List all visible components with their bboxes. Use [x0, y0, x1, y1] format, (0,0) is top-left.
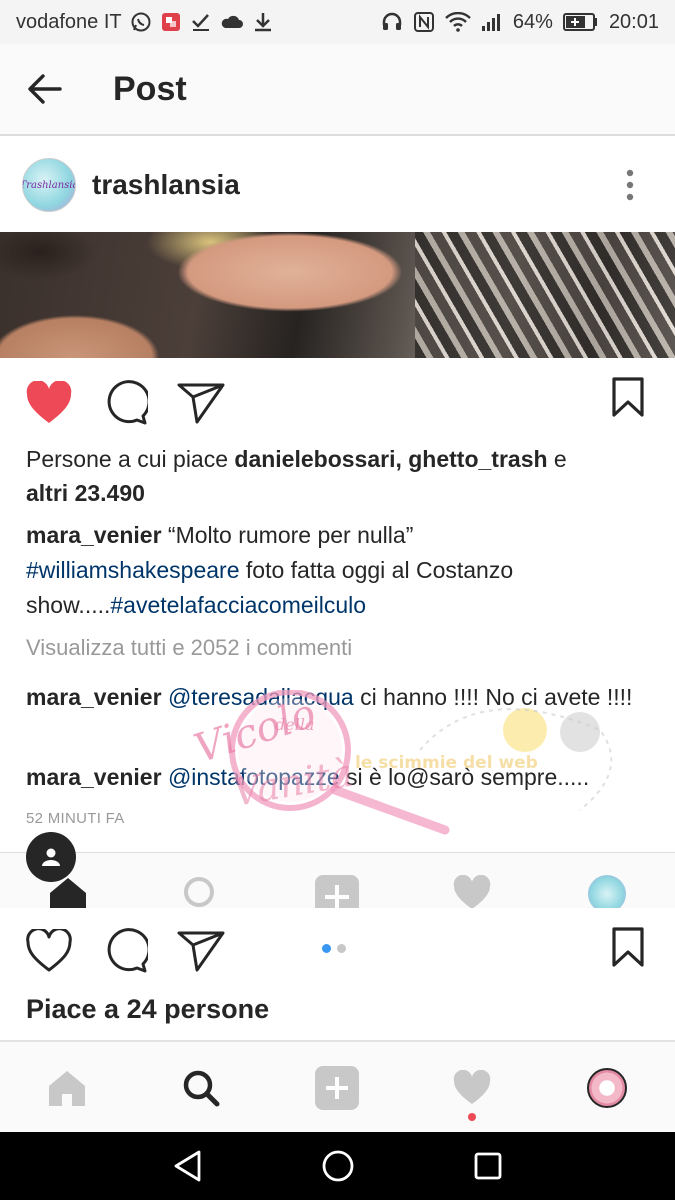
comment-author[interactable]: mara_venier	[26, 764, 162, 790]
headphones-icon	[381, 11, 403, 33]
comment-mention[interactable]: @teresadallacqua	[168, 684, 354, 710]
profile-avatar-icon	[587, 1068, 627, 1108]
send-icon	[177, 931, 225, 972]
home-icon	[49, 1071, 85, 1106]
bookmark-icon	[612, 377, 644, 417]
avatar[interactable]: Trashlansia	[22, 158, 76, 212]
send-icon	[177, 383, 225, 424]
likes-others[interactable]: altri 23.490	[26, 480, 145, 506]
system-nav-bar	[0, 1132, 675, 1200]
arrow-left-icon	[28, 74, 62, 104]
caption-text: “Molto rumore per nulla”	[161, 522, 414, 548]
signal-icon	[481, 12, 503, 32]
back-button[interactable]	[0, 43, 90, 135]
nav-profile[interactable]	[562, 1042, 652, 1134]
post-caption: mara_venier “Molto rumore per nulla” #wi…	[26, 518, 656, 623]
comment-button[interactable]	[100, 378, 150, 428]
nav-search[interactable]	[156, 1042, 246, 1134]
caption-hashtag[interactable]: #williamshakespeare	[26, 557, 240, 583]
cloud-icon	[220, 12, 244, 32]
carousel-dot	[337, 944, 346, 953]
more-options-button[interactable]	[585, 138, 675, 232]
likes-prefix: Persone a cui piace	[26, 446, 235, 472]
check-icon	[190, 11, 212, 33]
comment-item: mara_venier @teresadallacqua ci hanno !!…	[26, 680, 656, 715]
download-icon	[252, 11, 274, 33]
battery-icon	[562, 12, 599, 32]
circle-home-icon	[322, 1150, 354, 1182]
clock: 20:01	[608, 10, 659, 33]
comment-text: si è lo@sarò sempre.....	[339, 764, 590, 790]
post-username[interactable]: trashlansia	[92, 169, 240, 201]
heart-filled-icon	[26, 381, 72, 423]
share-button[interactable]	[176, 378, 226, 428]
next-post-likes[interactable]: Piace a 24 persone	[26, 994, 269, 1025]
whatsapp-icon	[130, 11, 152, 33]
carrier-label: vodafone IT	[16, 10, 122, 33]
add-icon	[315, 875, 359, 908]
battery-percent: 64%	[512, 10, 553, 33]
share-button[interactable]	[176, 926, 226, 976]
search-icon	[184, 877, 214, 907]
like-button[interactable]	[24, 378, 74, 428]
notification-dot	[468, 1113, 476, 1121]
heart-icon	[453, 875, 491, 908]
comment-text: ci hanno !!!! No ci avete !!!!	[353, 684, 633, 710]
post-photo[interactable]	[0, 232, 675, 358]
photo-pattern	[415, 232, 675, 358]
save-button[interactable]	[611, 376, 645, 423]
bookmark-icon	[612, 927, 644, 967]
comment-icon	[107, 380, 148, 425]
comment-button[interactable]	[100, 926, 150, 976]
system-home-button[interactable]	[318, 1146, 358, 1186]
caption-hashtag-2[interactable]: #avetelafacciacomeilculo	[110, 592, 366, 618]
app-header: Post	[0, 44, 675, 136]
avatar-text: Trashlansia	[22, 179, 76, 191]
comment-author[interactable]: mara_venier	[26, 684, 162, 710]
post-timestamp: 52 MINUTI FA	[26, 810, 125, 827]
likes-connector: e	[547, 446, 567, 472]
add-icon	[315, 1066, 359, 1110]
person-icon	[42, 848, 60, 866]
search-icon	[183, 1070, 220, 1107]
page-title: Post	[113, 69, 187, 108]
likes-users[interactable]: danielebossari, ghetto_trash	[234, 446, 547, 472]
more-vertical-icon	[626, 169, 634, 201]
square-recents-icon	[474, 1152, 502, 1180]
nav-add[interactable]	[292, 1042, 382, 1134]
likes-text: Persone a cui piace danielebossari, ghet…	[26, 442, 646, 510]
save-button[interactable]	[611, 926, 645, 973]
system-back-button[interactable]	[168, 1146, 208, 1186]
embedded-nav-bar	[0, 852, 675, 908]
nav-home[interactable]	[22, 1042, 112, 1134]
system-recents-button[interactable]	[468, 1146, 508, 1186]
next-post: Piace a 24 persone	[0, 908, 675, 1040]
post-actions	[0, 372, 675, 434]
status-bar: vodafone IT 64% 20:01	[0, 0, 675, 44]
carousel-indicator	[322, 944, 346, 953]
wifi-icon	[445, 12, 471, 32]
comment-icon	[107, 928, 148, 973]
view-all-comments-link[interactable]: Visualizza tutti e 2052 i commenti	[26, 635, 352, 661]
profile-avatar-icon	[588, 875, 626, 908]
watermark-face-2	[560, 712, 600, 752]
comment-mention[interactable]: @instafotopazze	[168, 764, 340, 790]
triangle-back-icon	[174, 1150, 201, 1182]
caption-author[interactable]: mara_venier	[26, 522, 162, 548]
comment-item: mara_venier @instafotopazze si è lo@sarò…	[26, 760, 656, 795]
like-button[interactable]	[24, 926, 74, 976]
carousel-dot-active	[322, 944, 331, 953]
heart-outline-icon	[26, 929, 72, 972]
bottom-nav	[0, 1040, 675, 1132]
post-header: Trashlansia trashlansia	[0, 138, 675, 232]
app-notification-icon	[160, 11, 182, 33]
heart-icon	[453, 1070, 491, 1104]
watermark-handle	[330, 785, 450, 835]
nfc-icon	[413, 11, 435, 33]
profile-button[interactable]	[26, 832, 76, 882]
watermark-text-2: della	[275, 715, 314, 734]
